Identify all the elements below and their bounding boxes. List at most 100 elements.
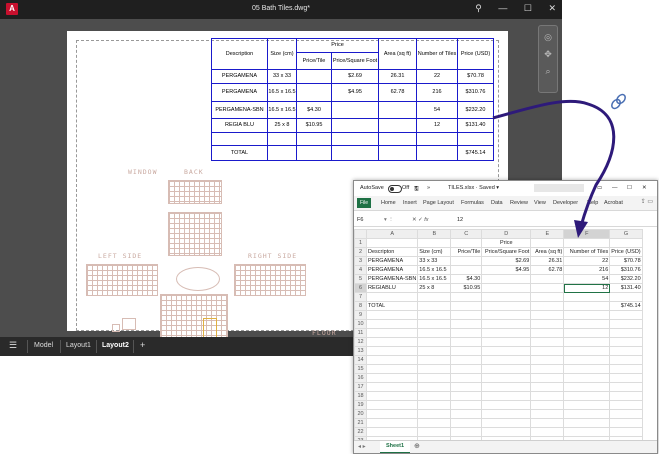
- share-icon[interactable]: ⇪ ▭: [641, 198, 653, 205]
- tab-acrobat[interactable]: Acrobat: [604, 200, 623, 206]
- cell[interactable]: 25 x 8: [417, 283, 452, 293]
- cell[interactable]: [450, 256, 483, 266]
- cell[interactable]: Price/Tile: [450, 247, 483, 257]
- cell[interactable]: [609, 346, 643, 356]
- cell[interactable]: Number of Tiles: [563, 247, 611, 257]
- row-header[interactable]: 2: [354, 247, 367, 257]
- cell[interactable]: [481, 364, 532, 374]
- cell[interactable]: [530, 409, 565, 419]
- cell[interactable]: Price/Square Foot: [481, 247, 532, 257]
- cell[interactable]: [563, 238, 611, 248]
- column-header[interactable]: D: [481, 229, 532, 239]
- cell[interactable]: [417, 310, 452, 320]
- column-header[interactable]: C: [450, 229, 483, 239]
- cell[interactable]: [563, 373, 611, 383]
- cell[interactable]: [530, 373, 565, 383]
- cell[interactable]: [417, 418, 452, 428]
- autosave-toggle[interactable]: [388, 185, 402, 193]
- cell[interactable]: [450, 364, 483, 374]
- column-header[interactable]: G: [609, 229, 643, 239]
- cell[interactable]: 16.5 x 16.5: [417, 274, 452, 284]
- tab-page-layout[interactable]: Page Layout: [423, 200, 454, 206]
- row-header[interactable]: 19: [354, 400, 367, 410]
- cell[interactable]: [417, 301, 452, 311]
- cell[interactable]: [481, 418, 532, 428]
- name-box[interactable]: F6: [357, 217, 363, 223]
- cell[interactable]: [417, 382, 452, 392]
- row-header[interactable]: 7: [354, 292, 367, 302]
- cell[interactable]: [609, 373, 643, 383]
- cell[interactable]: [563, 319, 611, 329]
- cell[interactable]: [450, 382, 483, 392]
- cells-table[interactable]: A B C D E F G 1 Price 2 Descripton Size (cm)…: [354, 229, 643, 446]
- cell[interactable]: [530, 328, 565, 338]
- cell[interactable]: [417, 373, 452, 383]
- cell[interactable]: [365, 328, 419, 338]
- cell[interactable]: Price (USD): [609, 247, 643, 257]
- cell[interactable]: [365, 310, 419, 320]
- tab-developer[interactable]: Developer: [553, 200, 578, 206]
- column-header[interactable]: E: [530, 229, 565, 239]
- cell[interactable]: [450, 373, 483, 383]
- cell[interactable]: [563, 337, 611, 347]
- sheet-nav-arrows-icon[interactable]: ◂ ▸: [358, 443, 366, 450]
- cell[interactable]: $2.69: [481, 256, 532, 266]
- row-header[interactable]: 16: [354, 373, 367, 383]
- menu-icon[interactable]: ☰: [9, 340, 17, 351]
- cell[interactable]: [450, 346, 483, 356]
- ribbon-display-icon[interactable]: ▭: [597, 185, 602, 191]
- row-header[interactable]: 1: [354, 238, 367, 248]
- cell[interactable]: [609, 400, 643, 410]
- cell[interactable]: PERGAMENA: [365, 265, 419, 275]
- cell[interactable]: [450, 391, 483, 401]
- cell[interactable]: [481, 391, 532, 401]
- cell[interactable]: $4.95: [481, 265, 532, 275]
- cell[interactable]: [365, 292, 419, 302]
- row-header[interactable]: 3: [354, 256, 367, 266]
- cell[interactable]: [481, 373, 532, 383]
- name-box-dropdown-icon[interactable]: ▾ ⋮: [384, 217, 394, 223]
- cell[interactable]: [365, 373, 419, 383]
- cell[interactable]: TOTAL: [365, 301, 419, 311]
- cell[interactable]: [530, 301, 565, 311]
- cell[interactable]: [481, 400, 532, 410]
- cell[interactable]: 16.5 x 16.5: [417, 265, 452, 275]
- cell[interactable]: [450, 265, 483, 275]
- cell[interactable]: [563, 418, 611, 428]
- cell[interactable]: [609, 427, 643, 437]
- tab-insert[interactable]: Insert: [403, 200, 417, 206]
- cell[interactable]: [530, 382, 565, 392]
- cell[interactable]: REGIABLU: [365, 283, 419, 293]
- add-sheet-icon[interactable]: ⊕: [414, 442, 420, 450]
- cell[interactable]: $232.20: [609, 274, 643, 284]
- cell[interactable]: [609, 364, 643, 374]
- cell[interactable]: [530, 364, 565, 374]
- tab-layout2[interactable]: Layout2: [102, 342, 129, 349]
- cell[interactable]: [450, 310, 483, 320]
- cell[interactable]: [563, 355, 611, 365]
- cell[interactable]: [563, 301, 611, 311]
- cell[interactable]: [530, 274, 565, 284]
- cell[interactable]: 26.31: [530, 256, 565, 266]
- cell[interactable]: [609, 337, 643, 347]
- cell[interactable]: [481, 274, 532, 284]
- cell[interactable]: [450, 238, 483, 248]
- cell[interactable]: [530, 310, 565, 320]
- cell[interactable]: [450, 418, 483, 428]
- cell[interactable]: [609, 409, 643, 419]
- cell[interactable]: PERGAMENA: [365, 256, 419, 266]
- cell[interactable]: [450, 328, 483, 338]
- column-header[interactable]: A: [365, 229, 419, 239]
- cell[interactable]: [417, 355, 452, 365]
- cell[interactable]: $10.95: [450, 283, 483, 293]
- sheet-tab-sheet1[interactable]: Sheet1: [380, 441, 411, 453]
- maximize-icon[interactable]: ☐: [627, 185, 632, 191]
- cell[interactable]: [417, 337, 452, 347]
- cell[interactable]: [530, 337, 565, 347]
- row-header[interactable]: 12: [354, 337, 367, 347]
- row-header[interactable]: 6: [354, 283, 367, 293]
- cell[interactable]: [365, 409, 419, 419]
- cell[interactable]: $745.14: [609, 301, 643, 311]
- minimize-icon[interactable]: —: [612, 185, 618, 191]
- cell[interactable]: [563, 346, 611, 356]
